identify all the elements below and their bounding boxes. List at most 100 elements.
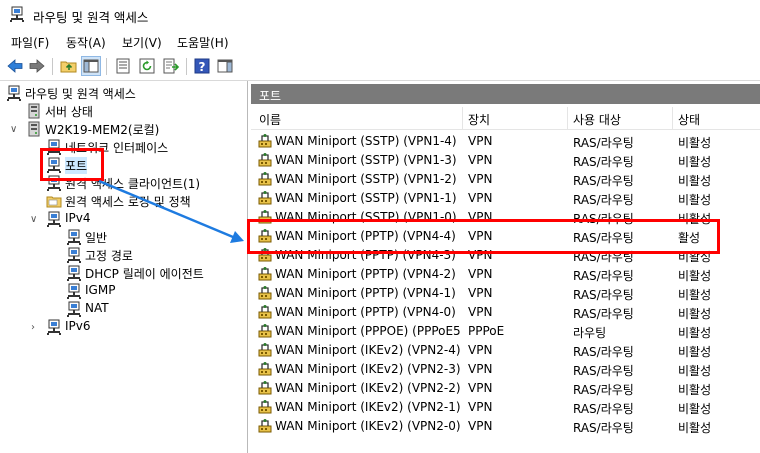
port-used-by: RAS/라우팅	[573, 231, 634, 245]
port-icon	[257, 133, 273, 149]
port-used-by: RAS/라우팅	[573, 383, 634, 397]
up-folder-icon[interactable]	[60, 57, 78, 75]
collapse-chevron-icon[interactable]: ∨	[10, 125, 20, 135]
port-name: WAN Miniport (IKEv2) (VPN2-1)	[275, 400, 461, 414]
tree-label: 원격 액세스 로깅 및 정책	[65, 195, 191, 209]
port-row[interactable]: WAN Miniport (PPTP) (VPN4-3) VPN RAS/라우팅 비활…	[251, 246, 760, 265]
port-device: VPN	[468, 343, 493, 357]
pane-title: 포트	[259, 89, 282, 103]
port-icon	[257, 247, 273, 263]
port-row[interactable]: WAN Miniport (SSTP) (VPN1-4) VPN RAS/라우팅 비활…	[251, 132, 760, 151]
port-used-by: RAS/라우팅	[573, 288, 634, 302]
forward-arrow-icon[interactable]	[28, 57, 46, 75]
port-icon	[257, 190, 273, 206]
port-icon	[257, 152, 273, 168]
svg-text:?: ?	[199, 60, 206, 74]
port-device: VPN	[468, 191, 493, 205]
port-status: 비활성	[678, 383, 712, 397]
column-header-used-by[interactable]: 사용 대상	[573, 111, 621, 128]
port-row[interactable]: WAN Miniport (PPTP) (VPN4-4) VPN RAS/라우팅 활성	[251, 227, 760, 246]
menu-action[interactable]: 동작(A)	[66, 34, 106, 51]
port-row[interactable]: WAN Miniport (IKEv2) (VPN2-0) VPN RAS/라우팅 비…	[251, 417, 760, 436]
menu-help[interactable]: 도움말(H)	[177, 34, 229, 51]
expand-chevron-icon[interactable]: ›	[31, 323, 41, 333]
back-arrow-icon[interactable]	[6, 57, 24, 75]
toolbar-separator	[186, 58, 187, 75]
port-icon	[257, 399, 273, 415]
port-row[interactable]: WAN Miniport (PPTP) (VPN4-1) VPN RAS/라우팅 비활…	[251, 284, 760, 303]
menu-view[interactable]: 보기(V)	[122, 34, 162, 51]
toolbar: ?	[0, 54, 760, 81]
tree-label: W2K19-MEM2(로컬)	[45, 123, 160, 137]
port-row[interactable]: WAN Miniport (IKEv2) (VPN2-2) VPN RAS/라우팅 비…	[251, 379, 760, 398]
port-status: 비활성	[678, 307, 712, 321]
port-name: WAN Miniport (IKEv2) (VPN2-2)	[275, 381, 461, 395]
port-status: 비활성	[678, 193, 712, 207]
port-status: 비활성	[678, 155, 712, 169]
export-list-icon[interactable]	[162, 57, 180, 75]
port-device: VPN	[468, 362, 493, 376]
port-device: VPN	[468, 153, 493, 167]
port-row[interactable]: WAN Miniport (IKEv2) (VPN2-4) VPN RAS/라우팅 비…	[251, 341, 760, 360]
tree-label: IGMP	[85, 283, 116, 297]
port-row[interactable]: WAN Miniport (SSTP) (VPN1-0) VPN RAS/라우팅 비활…	[251, 208, 760, 227]
port-used-by: RAS/라우팅	[573, 212, 634, 226]
tree-label: 서버 상태	[45, 105, 93, 119]
properties-icon[interactable]	[114, 57, 132, 75]
column-header-device[interactable]: 장치	[468, 111, 490, 128]
nat-icon	[66, 301, 82, 317]
port-row[interactable]: WAN Miniport (SSTP) (VPN1-3) VPN RAS/라우팅 비활…	[251, 151, 760, 170]
port-device: VPN	[468, 229, 493, 243]
tree-label: 라우팅 및 원격 액세스	[25, 87, 136, 101]
port-row[interactable]: WAN Miniport (IKEv2) (VPN2-1) VPN RAS/라우팅 비…	[251, 398, 760, 417]
port-used-by: 라우팅	[573, 326, 607, 340]
tree-label: IPv6	[65, 319, 91, 333]
port-icon	[257, 266, 273, 282]
port-icon	[257, 361, 273, 377]
collapse-chevron-icon[interactable]: ∨	[30, 215, 40, 225]
port-row[interactable]: WAN Miniport (PPTP) (VPN4-0) VPN RAS/라우팅 비활…	[251, 303, 760, 322]
refresh-icon[interactable]	[138, 57, 156, 75]
column-header-name[interactable]: 이름	[259, 111, 281, 128]
port-device: VPN	[468, 172, 493, 186]
port-row[interactable]: WAN Miniport (SSTP) (VPN1-1) VPN RAS/라우팅 비활…	[251, 189, 760, 208]
port-icon	[257, 171, 273, 187]
port-status: 비활성	[678, 421, 712, 435]
port-used-by: RAS/라우팅	[573, 307, 634, 321]
port-name: WAN Miniport (SSTP) (VPN1-3)	[275, 153, 457, 167]
tree-label: NAT	[85, 301, 109, 315]
column-divider[interactable]	[567, 107, 568, 129]
port-row[interactable]: WAN Miniport (IKEv2) (VPN2-3) VPN RAS/라우팅 비…	[251, 360, 760, 379]
port-icon	[257, 209, 273, 225]
port-name: WAN Miniport (SSTP) (VPN1-0)	[275, 210, 457, 224]
port-status: 활성	[678, 231, 701, 245]
server-status-icon	[26, 103, 42, 119]
port-name: WAN Miniport (PPTP) (VPN4-3)	[275, 248, 456, 262]
tree-label: 고정 경로	[85, 249, 133, 263]
port-name: WAN Miniport (PPTP) (VPN4-4)	[275, 229, 456, 243]
column-divider[interactable]	[672, 107, 673, 129]
port-row[interactable]: WAN Miniport (PPTP) (VPN4-2) VPN RAS/라우팅 비활…	[251, 265, 760, 284]
tree-label: 일반	[85, 231, 108, 245]
column-divider[interactable]	[462, 107, 463, 129]
port-device: VPN	[468, 381, 493, 395]
static-routes-icon	[66, 247, 82, 263]
ports-pane: 포트 이름 장치 사용 대상 상태 WAN Miniport (SSTP) (V…	[251, 81, 760, 453]
menu-file[interactable]: 파일(F)	[11, 34, 49, 51]
port-used-by: RAS/라우팅	[573, 193, 634, 207]
port-used-by: RAS/라우팅	[573, 136, 634, 150]
port-icon	[257, 304, 273, 320]
port-device: VPN	[468, 267, 493, 281]
port-icon	[257, 228, 273, 244]
port-device: VPN	[468, 305, 493, 319]
port-status: 비활성	[678, 136, 712, 150]
port-status: 비활성	[678, 212, 712, 226]
show-hide-tree-icon[interactable]	[81, 56, 101, 76]
help-icon[interactable]: ?	[193, 57, 211, 75]
port-name: WAN Miniport (SSTP) (VPN1-4)	[275, 134, 457, 148]
column-header-status[interactable]: 상태	[678, 111, 700, 128]
port-icon	[257, 380, 273, 396]
port-row[interactable]: WAN Miniport (PPPOE) (PPPoE5... PPPoE 라우팅 비…	[251, 322, 760, 341]
port-row[interactable]: WAN Miniport (SSTP) (VPN1-2) VPN RAS/라우팅 비활…	[251, 170, 760, 189]
show-hide-action-pane-icon[interactable]	[216, 57, 234, 75]
